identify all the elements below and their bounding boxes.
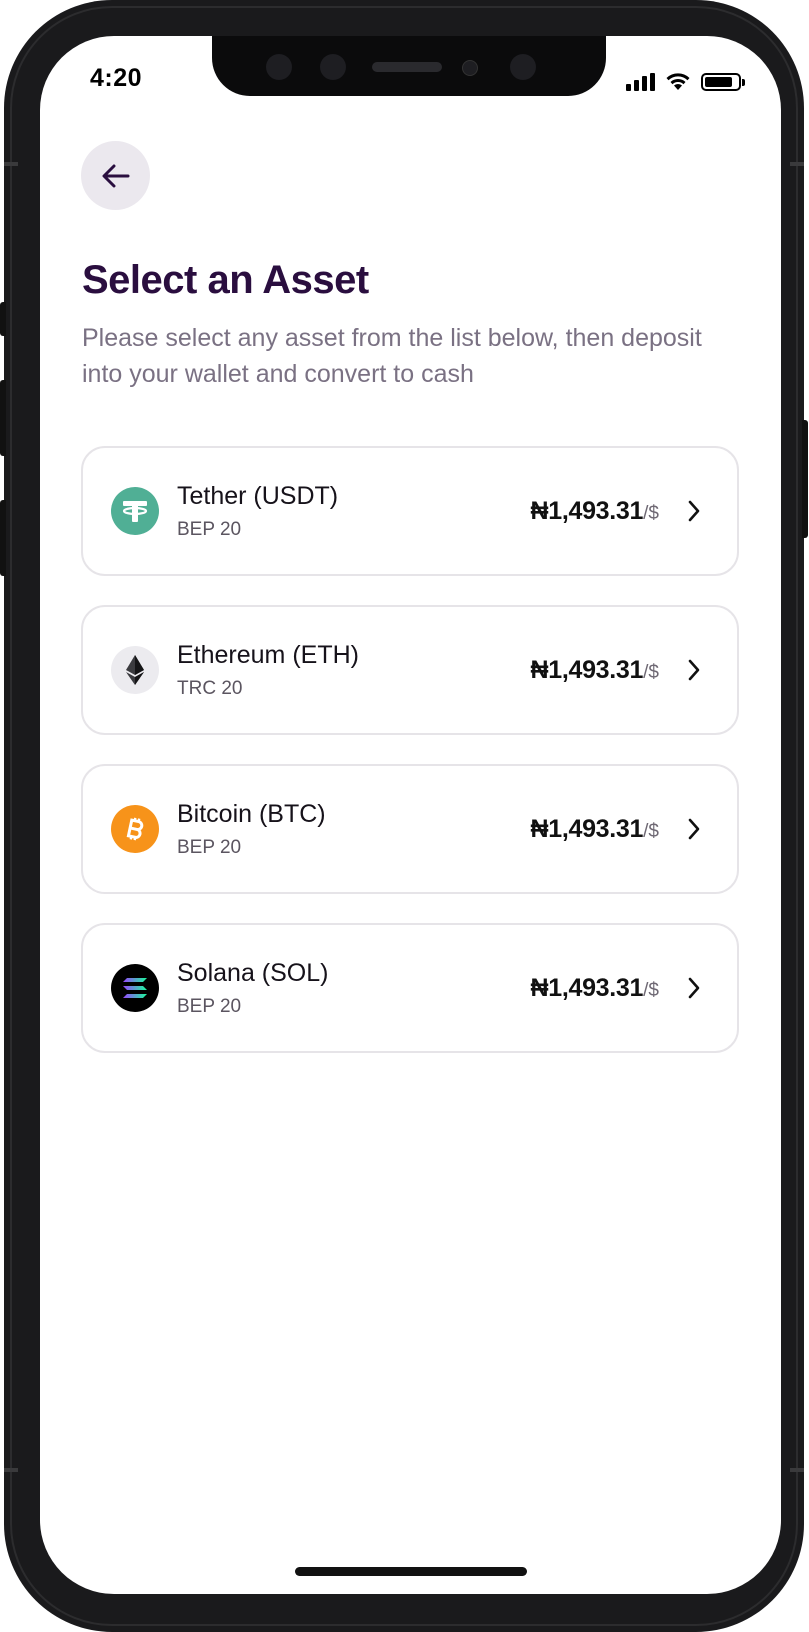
asset-rate: ₦1,493.31/$ bbox=[530, 656, 659, 685]
asset-rate: ₦1,493.31/$ bbox=[530, 815, 659, 844]
asset-price-unit: /$ bbox=[643, 820, 659, 842]
asset-rate: ₦1,493.31/$ bbox=[530, 974, 659, 1003]
silent-switch bbox=[0, 302, 6, 336]
back-button[interactable] bbox=[81, 141, 150, 210]
antenna-band bbox=[790, 162, 804, 166]
asset-name: Bitcoin (BTC) bbox=[177, 800, 326, 828]
asset-name: Ethereum (ETH) bbox=[177, 641, 359, 669]
page-subtitle: Please select any asset from the list be… bbox=[82, 324, 702, 388]
sensor-dot bbox=[320, 54, 346, 80]
asset-name: Tether (USDT) bbox=[177, 482, 339, 510]
asset-names: Solana (SOL) BEP 20 bbox=[177, 958, 530, 1018]
asset-network: TRC 20 bbox=[177, 678, 243, 699]
antenna-band bbox=[4, 1468, 18, 1472]
bitcoin-icon bbox=[111, 805, 159, 853]
status-time: 4:20 bbox=[90, 64, 143, 92]
antenna-band bbox=[4, 162, 18, 166]
asset-network: BEP 20 bbox=[177, 996, 242, 1017]
status-icons bbox=[626, 72, 745, 91]
cellular-signal-icon bbox=[626, 73, 655, 91]
chevron-right-icon bbox=[687, 498, 707, 524]
asset-price: ₦1,493.31 bbox=[530, 655, 644, 684]
asset-item-eth[interactable]: Ethereum (ETH) TRC 20 ₦1,493.31/$ bbox=[81, 605, 739, 735]
battery-level bbox=[705, 77, 732, 87]
page-title: Select an Asset bbox=[82, 258, 369, 302]
asset-names: Bitcoin (BTC) BEP 20 bbox=[177, 799, 530, 859]
tether-icon bbox=[111, 487, 159, 535]
asset-price-unit: /$ bbox=[643, 979, 659, 1001]
asset-names: Tether (USDT) BEP 20 bbox=[177, 481, 530, 541]
battery-icon bbox=[701, 73, 745, 91]
chevron-right-icon bbox=[687, 657, 707, 683]
arrow-left-icon bbox=[102, 164, 129, 187]
asset-network: BEP 20 bbox=[177, 519, 242, 540]
sensor-dot bbox=[266, 54, 292, 80]
asset-rate: ₦1,493.31/$ bbox=[530, 497, 659, 526]
front-camera bbox=[462, 60, 478, 76]
asset-network: BEP 20 bbox=[177, 837, 242, 858]
chevron-right-icon bbox=[687, 975, 707, 1001]
wifi-icon bbox=[666, 73, 690, 90]
asset-name: Solana (SOL) bbox=[177, 959, 329, 987]
asset-price: ₦1,493.31 bbox=[530, 973, 644, 1002]
asset-price-unit: /$ bbox=[643, 502, 659, 524]
volume-up-button bbox=[0, 380, 6, 456]
asset-price: ₦1,493.31 bbox=[530, 496, 644, 525]
solana-icon bbox=[111, 964, 159, 1012]
asset-list: Tether (USDT) BEP 20 ₦1,493.31/$ Ethereu… bbox=[81, 446, 739, 1082]
side-button bbox=[802, 420, 808, 538]
antenna-band bbox=[790, 1468, 804, 1472]
asset-names: Ethereum (ETH) TRC 20 bbox=[177, 640, 530, 700]
sensor-dot bbox=[510, 54, 536, 80]
asset-price: ₦1,493.31 bbox=[530, 814, 644, 843]
earpiece-speaker bbox=[372, 62, 442, 72]
asset-price-unit: /$ bbox=[643, 661, 659, 683]
chevron-right-icon bbox=[687, 816, 707, 842]
notch bbox=[212, 36, 606, 96]
asset-item-btc[interactable]: Bitcoin (BTC) BEP 20 ₦1,493.31/$ bbox=[81, 764, 739, 894]
screen: 4:20 Select an Asset Please select any a… bbox=[40, 36, 781, 1594]
asset-item-sol[interactable]: Solana (SOL) BEP 20 ₦1,493.31/$ bbox=[81, 923, 739, 1053]
phone-frame: 4:20 Select an Asset Please select any a… bbox=[0, 0, 808, 1632]
home-indicator[interactable] bbox=[295, 1567, 527, 1576]
asset-item-usdt[interactable]: Tether (USDT) BEP 20 ₦1,493.31/$ bbox=[81, 446, 739, 576]
ethereum-icon bbox=[111, 646, 159, 694]
volume-down-button bbox=[0, 500, 6, 576]
